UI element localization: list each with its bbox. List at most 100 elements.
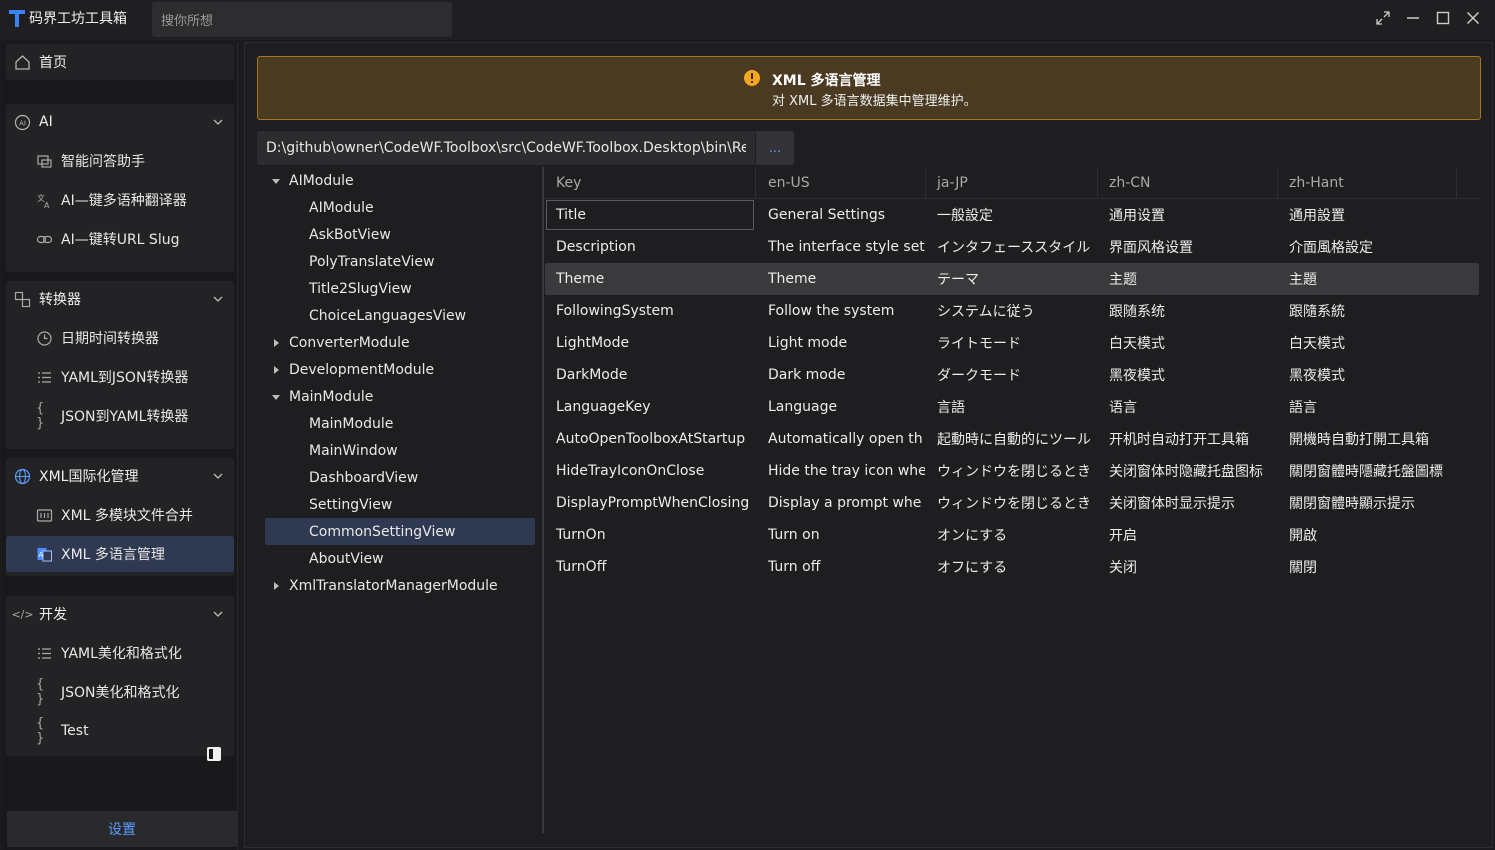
translation-cell[interactable]: ウィンドウを閉じるとき bbox=[926, 487, 1097, 519]
fullscreen-button[interactable] bbox=[1370, 6, 1396, 30]
translation-cell[interactable]: Light mode bbox=[757, 327, 925, 359]
translation-cell[interactable]: 关闭 bbox=[1098, 551, 1277, 583]
tree-node-module[interactable]: XmlTranslatorManagerModule bbox=[257, 572, 535, 599]
translation-cell[interactable]: 語言 bbox=[1278, 391, 1456, 423]
table-row[interactable]: Description The interface style set インタフェー… bbox=[545, 231, 1479, 263]
key-cell[interactable]: AutoOpenToolboxAtStartup bbox=[545, 423, 755, 455]
tree-node-view[interactable]: SettingView bbox=[257, 491, 535, 518]
table-row[interactable]: DarkMode Dark mode ダークモード 黑夜模式 黑夜模式 bbox=[545, 359, 1479, 391]
translation-cell[interactable]: 白天模式 bbox=[1098, 327, 1277, 359]
table-row[interactable]: AutoOpenToolboxAtStartup Automatically op… bbox=[545, 423, 1479, 455]
tree-node-view[interactable]: ChoiceLanguagesView bbox=[257, 302, 535, 329]
tree-node-view[interactable]: AskBotView bbox=[257, 221, 535, 248]
column-header[interactable]: en-US bbox=[757, 167, 925, 199]
translation-cell[interactable]: 主題 bbox=[1278, 263, 1456, 295]
tree-node-view[interactable]: PolyTranslateView bbox=[257, 248, 535, 275]
translation-cell[interactable]: 通用設置 bbox=[1278, 199, 1456, 231]
sidebar-group-header-converter[interactable]: 转换器 bbox=[6, 281, 234, 317]
caret-down-icon[interactable] bbox=[271, 176, 281, 186]
translation-cell[interactable]: 通用设置 bbox=[1098, 199, 1277, 231]
column-header[interactable]: zh-CN bbox=[1098, 167, 1277, 199]
caret-right-icon[interactable] bbox=[271, 581, 281, 591]
caret-down-icon[interactable] bbox=[271, 392, 281, 402]
translation-cell[interactable]: ダークモード bbox=[926, 359, 1097, 391]
column-separator[interactable] bbox=[755, 167, 756, 199]
maximize-button[interactable] bbox=[1430, 6, 1456, 30]
sidebar-group-header-dev[interactable]: </> 开发 bbox=[6, 596, 234, 632]
sidebar-item-datetime-converter[interactable]: 日期时间转换器 bbox=[6, 320, 234, 356]
table-row[interactable]: Theme Theme テーマ 主题 主題 bbox=[545, 263, 1479, 295]
key-cell[interactable]: TurnOff bbox=[545, 551, 755, 583]
column-header[interactable]: Key bbox=[545, 167, 755, 199]
key-cell[interactable]: HideTrayIconOnClose bbox=[545, 455, 755, 487]
translation-cell[interactable]: 界面风格设置 bbox=[1098, 231, 1277, 263]
sidebar-item-yaml-to-json[interactable]: YAML到JSON转换器 bbox=[6, 359, 234, 395]
translation-cell[interactable]: General Settings bbox=[757, 199, 925, 231]
sidebar-group-header-ai[interactable]: AI AI bbox=[6, 104, 234, 140]
sidebar-item-json-to-yaml[interactable]: { } JSON到YAML转换器 bbox=[6, 398, 234, 434]
table-row[interactable]: TurnOff Turn off オフにする 关闭 關閉 bbox=[545, 551, 1479, 583]
sidebar-group-header-xml[interactable]: XML国际化管理 bbox=[6, 458, 234, 494]
translation-cell[interactable]: 開機時自動打開工具箱 bbox=[1278, 423, 1456, 455]
key-cell[interactable]: Description bbox=[545, 231, 755, 263]
tree-node-view[interactable]: MainModule bbox=[257, 410, 535, 437]
translation-cell[interactable]: 關閉 bbox=[1278, 551, 1456, 583]
tree-node-view[interactable]: AIModule bbox=[257, 194, 535, 221]
key-cell[interactable]: LanguageKey bbox=[545, 391, 755, 423]
sidebar-item-yaml-format[interactable]: YAML美化和格式化 bbox=[6, 635, 234, 671]
translation-cell[interactable]: インタフェーススタイル bbox=[926, 231, 1097, 263]
column-header[interactable]: ja-JP bbox=[926, 167, 1097, 199]
key-cell[interactable]: TurnOn bbox=[545, 519, 755, 551]
path-field[interactable] bbox=[257, 131, 755, 165]
caret-right-icon[interactable] bbox=[271, 338, 281, 348]
tree-node-view[interactable]: Title2SlugView bbox=[257, 275, 535, 302]
table-row[interactable]: TurnOn Turn on オンにする 开启 開啟 bbox=[545, 519, 1479, 551]
translation-cell[interactable]: 开机时自动打开工具箱 bbox=[1098, 423, 1277, 455]
column-header[interactable]: zh-Hant bbox=[1278, 167, 1456, 199]
sidebar-item-xml-language-manager[interactable]: A XML 多语言管理 bbox=[6, 536, 234, 572]
key-cell[interactable]: Title bbox=[545, 199, 755, 231]
translation-cell[interactable]: 白天模式 bbox=[1278, 327, 1456, 359]
translation-cell[interactable]: オフにする bbox=[926, 551, 1097, 583]
key-cell[interactable]: DisplayPromptWhenClosing bbox=[545, 487, 755, 519]
translation-cell[interactable]: Follow the system bbox=[757, 295, 925, 327]
tree-node-module[interactable]: ConverterModule bbox=[257, 329, 535, 356]
close-button[interactable] bbox=[1460, 6, 1486, 30]
tree-node-module[interactable]: AIModule bbox=[257, 167, 535, 194]
translation-cell[interactable]: 關閉窗體時隱藏托盤圖標 bbox=[1278, 455, 1456, 487]
translation-cell[interactable]: 介面風格設定 bbox=[1278, 231, 1456, 263]
translation-cell[interactable]: ライトモード bbox=[926, 327, 1097, 359]
key-cell[interactable]: Theme bbox=[545, 263, 755, 295]
translation-cell[interactable]: 跟随系统 bbox=[1098, 295, 1277, 327]
table-row[interactable]: LightMode Light mode ライトモード 白天模式 白天模式 bbox=[545, 327, 1479, 359]
translation-cell[interactable]: Display a prompt whe bbox=[757, 487, 925, 519]
translation-cell[interactable]: Hide the tray icon whe bbox=[757, 455, 925, 487]
table-row[interactable]: HideTrayIconOnClose Hide the tray icon wh… bbox=[545, 455, 1479, 487]
tree-node-view[interactable]: AboutView bbox=[257, 545, 535, 572]
sidebar-item-ask-bot[interactable]: 智能问答助手 bbox=[6, 143, 234, 179]
tree-node-view[interactable]: DashboardView bbox=[257, 464, 535, 491]
translation-cell[interactable]: Language bbox=[757, 391, 925, 423]
sidebar-item-xml-merge[interactable]: XML 多模块文件合并 bbox=[6, 497, 234, 533]
caret-right-icon[interactable] bbox=[271, 365, 281, 375]
translation-cell[interactable]: 黑夜模式 bbox=[1278, 359, 1456, 391]
global-search[interactable] bbox=[152, 2, 452, 37]
sidebar-item-home[interactable]: 首页 bbox=[6, 44, 234, 80]
translation-cell[interactable]: Turn on bbox=[757, 519, 925, 551]
path-input[interactable] bbox=[257, 131, 755, 165]
translation-cell[interactable]: Turn off bbox=[757, 551, 925, 583]
browse-button[interactable]: ... bbox=[756, 131, 794, 165]
tree-node-module[interactable]: MainModule bbox=[257, 383, 535, 410]
translation-cell[interactable]: Automatically open th bbox=[757, 423, 925, 455]
table-row[interactable]: FollowingSystem Follow the system システムに従う跟… bbox=[545, 295, 1479, 327]
translation-cell[interactable]: システムに従う bbox=[926, 295, 1097, 327]
minimize-button[interactable] bbox=[1400, 6, 1426, 30]
sidebar-item-url-slug[interactable]: AI—键转URL Slug bbox=[6, 221, 234, 257]
translation-cell[interactable]: 開啟 bbox=[1278, 519, 1456, 551]
settings-button[interactable]: 设置 bbox=[7, 811, 237, 847]
sidebar-item-poly-translate[interactable]: 文A AI—键多语种翻译器 bbox=[6, 182, 234, 218]
pane-toggle-icon[interactable] bbox=[205, 745, 223, 763]
tree-node-module[interactable]: DevelopmentModule bbox=[257, 356, 535, 383]
translation-cell[interactable]: Theme bbox=[757, 263, 925, 295]
key-cell[interactable]: LightMode bbox=[545, 327, 755, 359]
